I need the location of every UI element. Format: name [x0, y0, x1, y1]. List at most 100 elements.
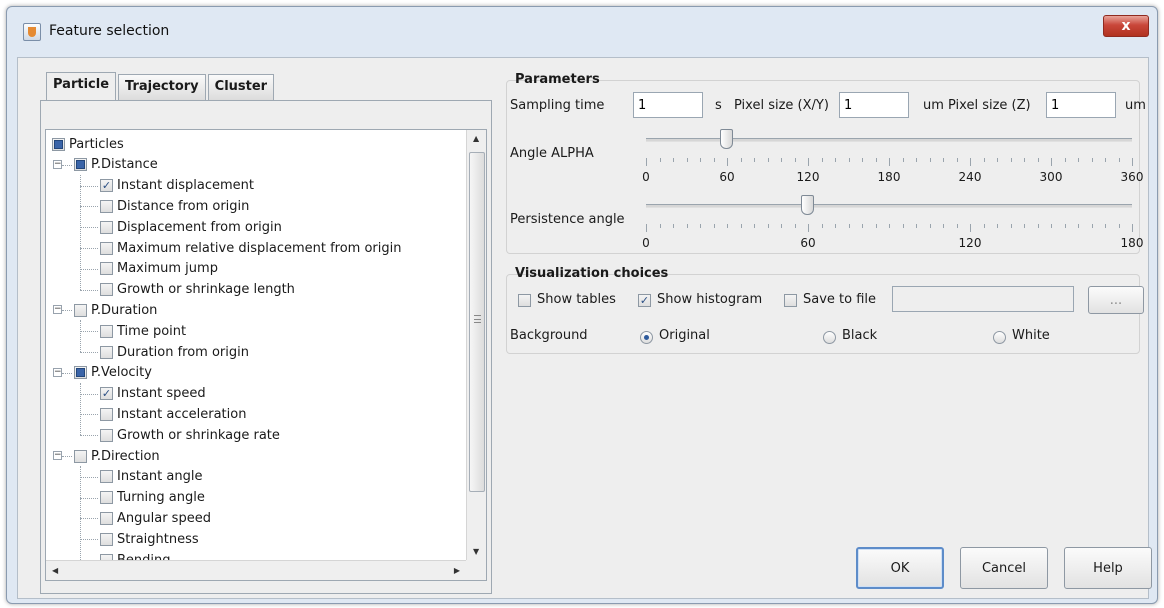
tree-item-instant-displacement[interactable]: ✓ Instant displacement: [100, 176, 254, 196]
tree-item-instant-displacement-checkbox[interactable]: ✓: [100, 179, 113, 193]
slider-track[interactable]: [646, 138, 1132, 142]
tree-item-instant-angle-checkbox[interactable]: [100, 470, 113, 484]
vertical-scrollbar[interactable]: ▲ ▼: [466, 130, 486, 560]
tree-item-maximum-relative-displacement-from-origin-checkbox[interactable]: [100, 241, 113, 255]
tree-item-maximum-relative-displacement-from-origin[interactable]: Maximum relative displacement from origi…: [100, 238, 402, 258]
slider-track[interactable]: [646, 204, 1132, 208]
scroll-left-icon[interactable]: ◀: [52, 566, 58, 575]
tree-item-growth-or-shrinkage-rate[interactable]: Growth or shrinkage rate: [100, 425, 280, 445]
slider-tick: [781, 158, 782, 162]
tree-item-maximum-jump[interactable]: Maximum jump: [100, 259, 218, 279]
tree-root-particles[interactable]: Particles: [52, 134, 124, 154]
tree-connector: [80, 331, 98, 333]
slider-tick: [983, 158, 985, 162]
tree-item-instant-angle[interactable]: Instant angle: [100, 467, 202, 487]
tree-item-instant-acceleration[interactable]: Instant acceleration: [100, 404, 246, 424]
tree-item-angular-speed-checkbox[interactable]: [100, 511, 113, 525]
slider-tick: [1132, 158, 1133, 166]
background-original-radio[interactable]: [640, 331, 653, 344]
tree-item-time-point[interactable]: Time point: [100, 321, 186, 341]
cancel-button[interactable]: Cancel: [960, 547, 1048, 589]
visualization-title: Visualization choices: [515, 266, 669, 281]
show-tables-checkbox[interactable]: [518, 294, 531, 307]
tree-item-growth-or-shrinkage-rate-checkbox[interactable]: [100, 428, 113, 442]
scroll-up-icon[interactable]: ▲: [473, 134, 479, 143]
particle-tab-panel: Particles − P.Distance ✓ Instant displacemen…: [40, 100, 492, 594]
slider-tick: [1118, 158, 1120, 162]
collapse-icon[interactable]: −: [53, 367, 62, 377]
collapse-icon[interactable]: −: [53, 451, 62, 460]
tree-group-p-distance-checkbox[interactable]: [74, 158, 87, 172]
collapse-icon[interactable]: −: [53, 305, 62, 315]
close-button[interactable]: x: [1103, 15, 1149, 37]
tree-group-p-velocity-checkbox[interactable]: [74, 366, 87, 380]
tree-root-particles-label: Particles: [69, 136, 124, 152]
tab-cluster[interactable]: Cluster: [207, 74, 275, 100]
background-white-radio[interactable]: [993, 331, 1006, 344]
slider-tick: [983, 224, 985, 228]
pixel-size-z-label: Pixel size (Z): [948, 98, 1031, 113]
tree-item-displacement-from-origin-checkbox[interactable]: [100, 220, 113, 234]
sampling-time-input[interactable]: [633, 92, 703, 118]
tree-connector: [80, 382, 81, 436]
pixel-size-z-input[interactable]: [1046, 92, 1116, 118]
tree-item-time-point-checkbox[interactable]: [100, 324, 113, 338]
tree-connector: [80, 174, 81, 290]
horizontal-scrollbar[interactable]: ◀ ▶: [46, 560, 466, 580]
tree-item-instant-speed[interactable]: ✓ Instant speed: [100, 384, 206, 404]
slider-tick: [1132, 224, 1133, 232]
tree-item-growth-or-shrinkage-length[interactable]: Growth or shrinkage length: [100, 280, 295, 300]
background-original-label: Original: [659, 328, 710, 343]
slider-tick: [727, 158, 728, 166]
file-path-input[interactable]: [892, 286, 1074, 312]
tree-item-turning-angle[interactable]: Turning angle: [100, 488, 205, 508]
tree-group-p-direction[interactable]: P.Direction: [74, 446, 160, 466]
tree-item-maximum-jump-checkbox[interactable]: [100, 262, 113, 276]
tree-item-instant-speed-checkbox[interactable]: ✓: [100, 387, 113, 401]
ok-button[interactable]: OK: [856, 547, 944, 589]
tree-item-straightness[interactable]: Straightness: [100, 529, 199, 549]
scroll-down-icon[interactable]: ▼: [473, 547, 479, 556]
tree-item-angular-speed[interactable]: Angular speed: [100, 508, 211, 528]
background-black-radio[interactable]: [823, 331, 836, 344]
tree-item-duration-from-origin[interactable]: Duration from origin: [100, 342, 249, 362]
slider-thumb[interactable]: [720, 129, 733, 149]
tree-group-p-velocity[interactable]: P.Velocity: [74, 363, 152, 383]
show-histogram-checkbox[interactable]: ✓: [638, 294, 651, 307]
slider-tick: [767, 224, 769, 228]
tree-item-distance-from-origin[interactable]: Distance from origin: [100, 196, 249, 216]
tree-item-straightness-checkbox[interactable]: [100, 532, 113, 546]
collapse-icon[interactable]: −: [53, 159, 62, 169]
slider-tick: [889, 158, 890, 166]
tab-particle[interactable]: Particle: [46, 72, 117, 100]
scroll-right-icon[interactable]: ▶: [454, 566, 460, 575]
vertical-scroll-thumb[interactable]: [469, 152, 485, 492]
tree-group-p-distance[interactable]: P.Distance: [74, 155, 158, 175]
tree-connector: [80, 227, 98, 229]
save-to-file-checkbox[interactable]: [784, 294, 797, 307]
tree-item-maximum-relative-displacement-from-origin-label: Maximum relative displacement from origi…: [117, 240, 402, 256]
slider-tick: [929, 224, 931, 228]
tree-item-displacement-from-origin[interactable]: Displacement from origin: [100, 217, 282, 237]
tree-item-distance-from-origin-checkbox[interactable]: [100, 199, 113, 213]
help-button[interactable]: Help: [1064, 547, 1152, 589]
tree-group-p-duration[interactable]: P.Duration: [74, 300, 157, 320]
slider-tick: [1024, 224, 1025, 228]
tree-item-duration-from-origin-checkbox[interactable]: [100, 345, 113, 359]
title-bar: Feature selection x: [7, 7, 1157, 53]
slider-tick: [1051, 224, 1052, 228]
tree-item-bending[interactable]: Bending: [100, 550, 171, 560]
tab-trajectory[interactable]: Trajectory: [118, 74, 206, 100]
tree-item-turning-angle-checkbox[interactable]: [100, 491, 113, 505]
tree-item-instant-angle-label: Instant angle: [117, 469, 203, 485]
tree-group-p-duration-checkbox[interactable]: [74, 303, 87, 317]
slider-thumb[interactable]: [801, 195, 814, 215]
tree-root-particles-checkbox[interactable]: [52, 137, 65, 151]
tree-item-growth-or-shrinkage-length-checkbox[interactable]: [100, 283, 113, 297]
pixel-size-xy-input[interactable]: [839, 92, 909, 118]
browse-button[interactable]: ...: [1088, 286, 1144, 314]
tree-item-instant-acceleration-checkbox[interactable]: [100, 407, 113, 421]
slider-tick: [1105, 158, 1106, 162]
slider-tick: [673, 224, 674, 228]
tree-group-p-direction-checkbox[interactable]: [74, 449, 87, 463]
